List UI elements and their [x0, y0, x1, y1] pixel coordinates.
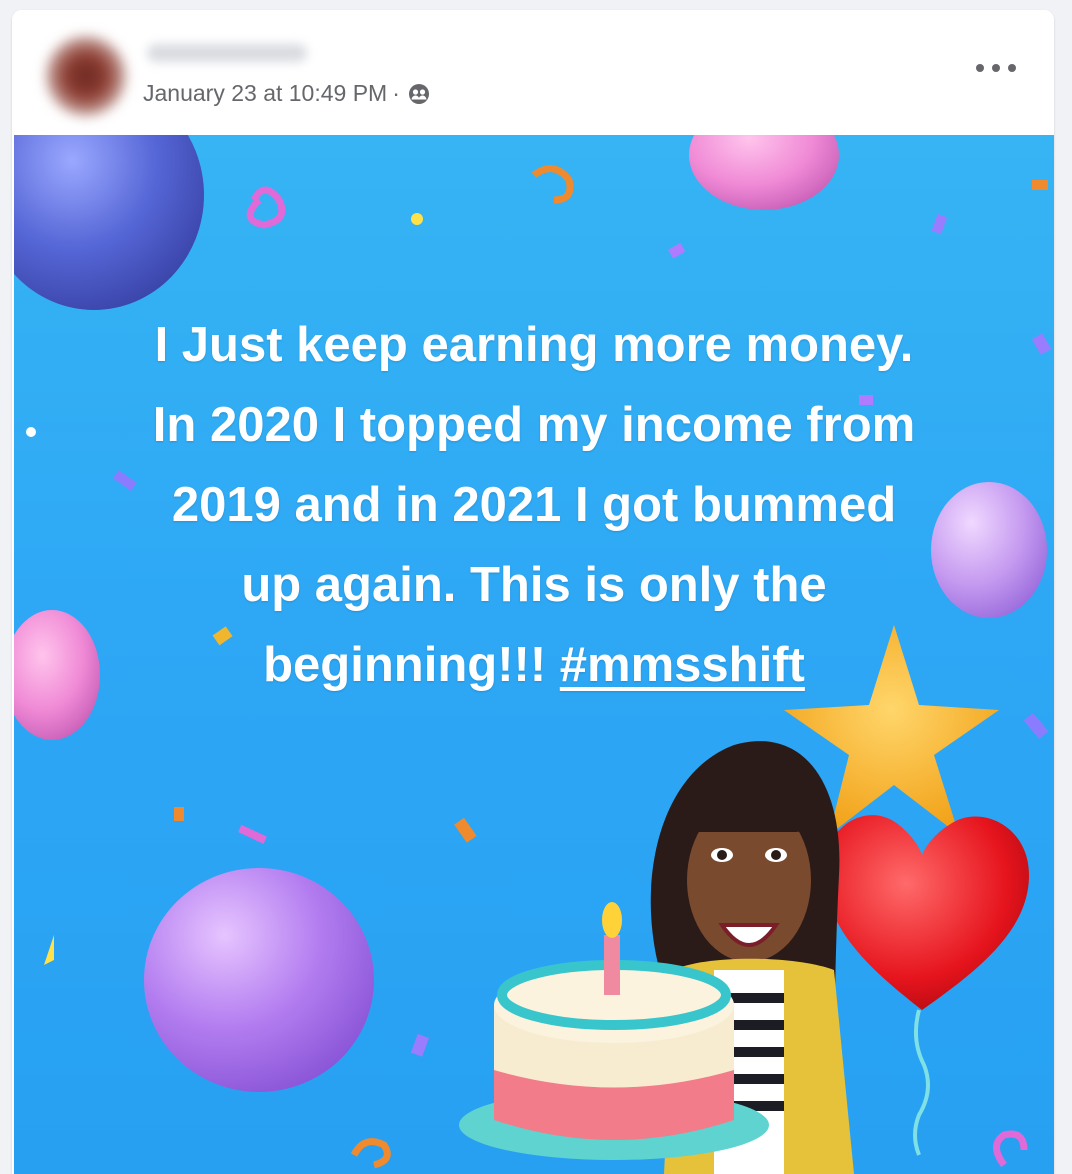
friends-icon[interactable] — [407, 82, 431, 106]
post-text-line: beginning!!! — [263, 638, 547, 692]
more-options-icon[interactable] — [976, 56, 1016, 80]
post-header: January 23 at 10:49 PM · — [12, 10, 1054, 135]
confetti — [246, 186, 286, 229]
confetti — [350, 1138, 391, 1169]
character-bangs — [682, 780, 814, 832]
candle — [604, 935, 620, 995]
meta-separator: · — [392, 80, 400, 106]
heart-balloon — [824, 815, 1029, 1010]
more-dot — [992, 64, 1000, 72]
author-name-redacted[interactable] — [147, 44, 307, 62]
confetti — [454, 817, 477, 843]
post-card: January 23 at 10:49 PM · I Just keep ear… — [12, 10, 1054, 1174]
confetti — [1023, 712, 1049, 739]
balloon-string — [913, 1009, 930, 1156]
confetti — [993, 1130, 1028, 1168]
author-avatar[interactable] — [46, 36, 126, 116]
post-text-line: I Just keep earning more money. — [154, 318, 914, 372]
confetti — [26, 427, 36, 437]
confetti — [668, 242, 686, 259]
confetti — [410, 1033, 429, 1057]
post-background-image[interactable]: I Just keep earning more money. In 2020 … — [14, 135, 1054, 1174]
balloon-pink-top — [689, 135, 839, 210]
character-pupil — [717, 850, 727, 860]
confetti — [174, 807, 184, 821]
confetti — [1032, 180, 1048, 190]
confetti — [931, 213, 948, 235]
confetti — [1031, 333, 1052, 355]
post-message: I Just keep earning more money. In 2020 … — [54, 305, 1014, 705]
more-dot — [1008, 64, 1016, 72]
post-text-last-line: beginning!!! #mmsshift — [54, 625, 1014, 705]
confetti — [411, 213, 423, 225]
post-timestamp[interactable]: January 23 at 10:49 PM — [143, 80, 387, 107]
confetti — [44, 935, 54, 965]
confetti — [238, 824, 267, 844]
candle-flame — [602, 902, 622, 938]
balloon-purple — [144, 868, 374, 1092]
more-dot — [976, 64, 984, 72]
hashtag-link[interactable]: #mmsshift — [560, 638, 805, 692]
character-pupil — [771, 850, 781, 860]
confetti — [531, 165, 574, 204]
balloon-blue — [14, 135, 204, 310]
post-text-line: In 2020 I topped my income from — [152, 398, 916, 452]
post-meta: January 23 at 10:49 PM · — [143, 80, 431, 107]
post-text-line: up again. This is only the — [241, 558, 827, 612]
post-text-line: 2019 and in 2021 I got bummed — [171, 478, 897, 532]
